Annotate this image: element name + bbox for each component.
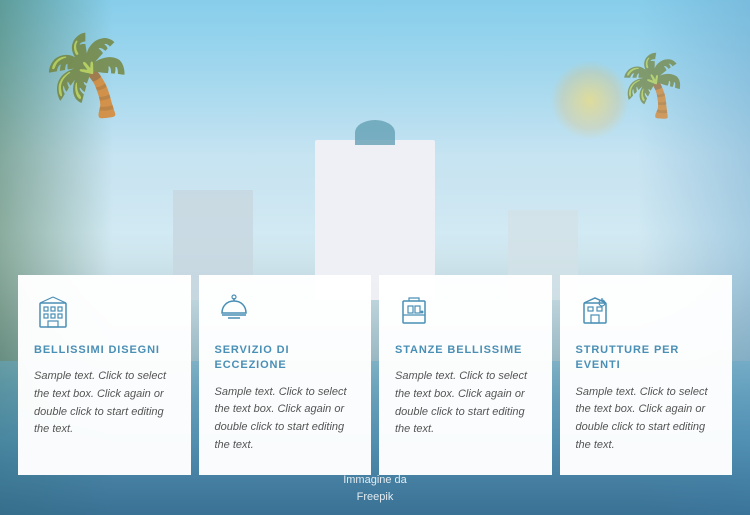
card-strutture[interactable]: STRUTTURE PER EVENTI Sample text. Click … [560, 275, 733, 475]
card-servizio[interactable]: SERVIZIO DI ECCEZIONE Sample text. Click… [199, 275, 372, 475]
card-2-title: SERVIZIO DI ECCEZIONE [215, 343, 356, 374]
hotel-building-icon [34, 293, 175, 331]
card-bellissimi-disegni[interactable]: BELLISSIMI DISEGNI Sample text. Click to… [18, 275, 191, 475]
card-2-text: Sample text. Click to select the text bo… [215, 384, 356, 454]
cards-container: BELLISSIMI DISEGNI Sample text. Click to… [0, 275, 750, 475]
image-credit: Immagine da Freepik [343, 472, 407, 505]
card-4-title: STRUTTURE PER EVENTI [576, 343, 717, 374]
hotel-room-icon [395, 293, 536, 331]
card-4-text: Sample text. Click to select the text bo… [576, 384, 717, 454]
concierge-bell-icon [215, 293, 356, 331]
card-3-title: STANZE BELLISSIME [395, 343, 536, 358]
card-3-text: Sample text. Click to select the text bo… [395, 368, 536, 438]
main-content: BELLISSIMI DISEGNI Sample text. Click to… [0, 0, 750, 515]
card-1-title: BELLISSIMI DISEGNI [34, 343, 175, 358]
credit-label: Immagine da [343, 472, 407, 489]
event-venue-icon [576, 293, 717, 331]
card-1-text: Sample text. Click to select the text bo… [34, 368, 175, 438]
credit-source: Freepik [343, 489, 407, 506]
card-stanze[interactable]: STANZE BELLISSIME Sample text. Click to … [379, 275, 552, 475]
